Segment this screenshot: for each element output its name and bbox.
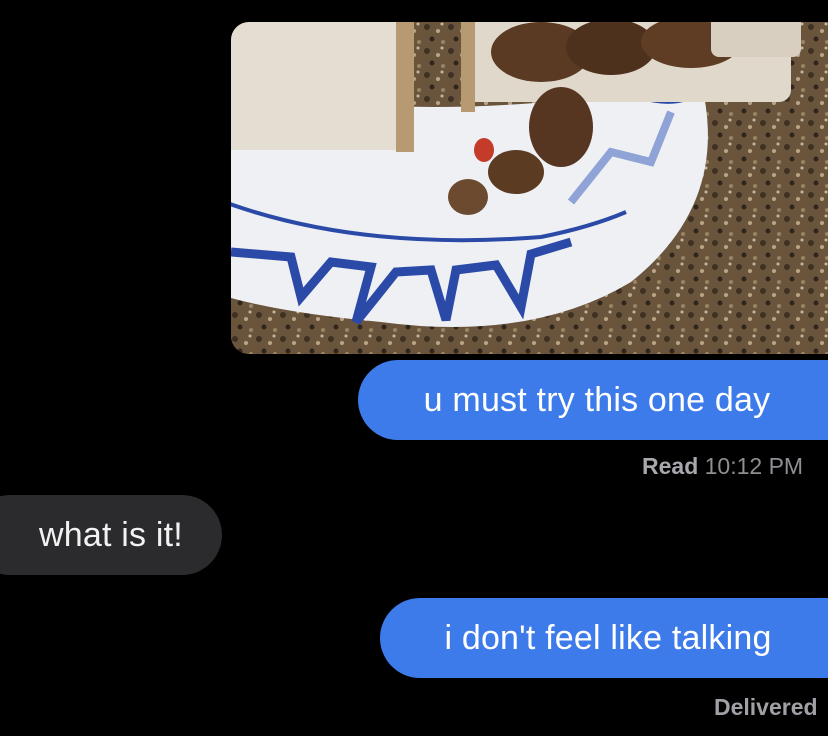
sent-message-bubble[interactable]: u must try this one day: [358, 360, 828, 440]
received-message-bubble[interactable]: what is it!: [0, 495, 222, 575]
delivered-receipt: Delivered: [714, 694, 818, 720]
read-receipt: Read 10:12 PM: [642, 453, 803, 480]
message-text: u must try this one day: [423, 380, 771, 419]
read-time: 10:12 PM: [704, 453, 804, 479]
food-photo-image: [231, 22, 828, 354]
read-label: Read: [642, 453, 699, 479]
message-text: what is it!: [39, 515, 183, 554]
sent-message-bubble[interactable]: i don't feel like talking: [380, 598, 828, 678]
message-thread: u must try this one day Read 10:12 PM wh…: [0, 0, 828, 736]
message-text: i don't feel like talking: [444, 618, 772, 657]
photo-attachment[interactable]: [231, 22, 828, 354]
